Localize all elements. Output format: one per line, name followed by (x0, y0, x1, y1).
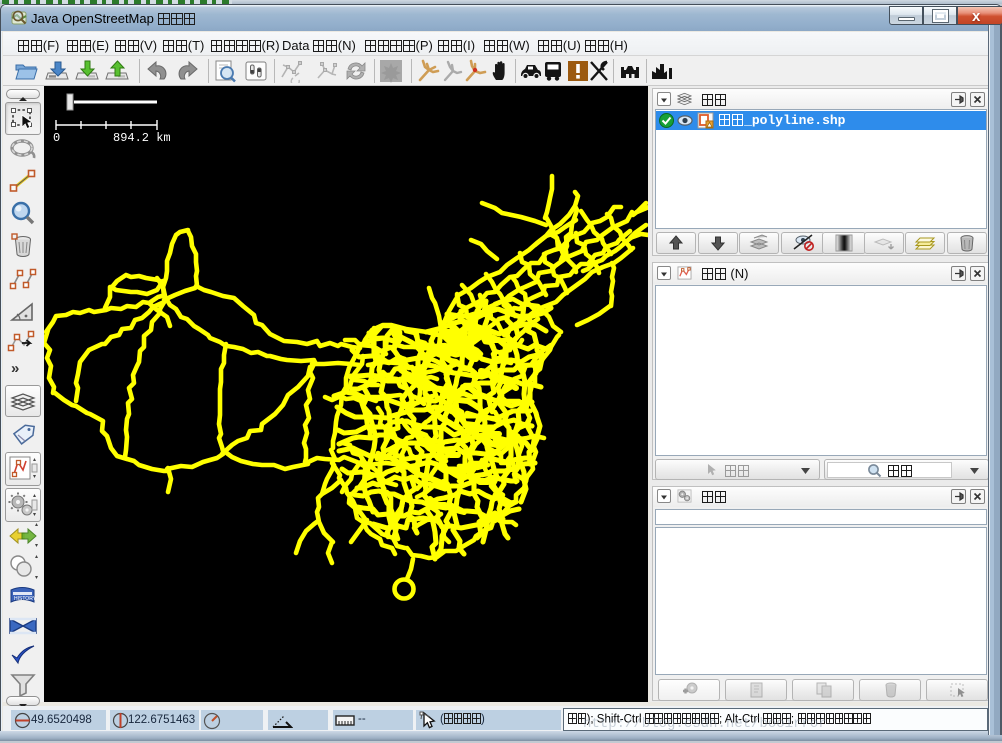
svg-text:HISTORY: HISTORY (14, 596, 37, 602)
svg-text:894.2 km: 894.2 km (113, 131, 171, 145)
svg-text:0: 0 (53, 131, 60, 145)
